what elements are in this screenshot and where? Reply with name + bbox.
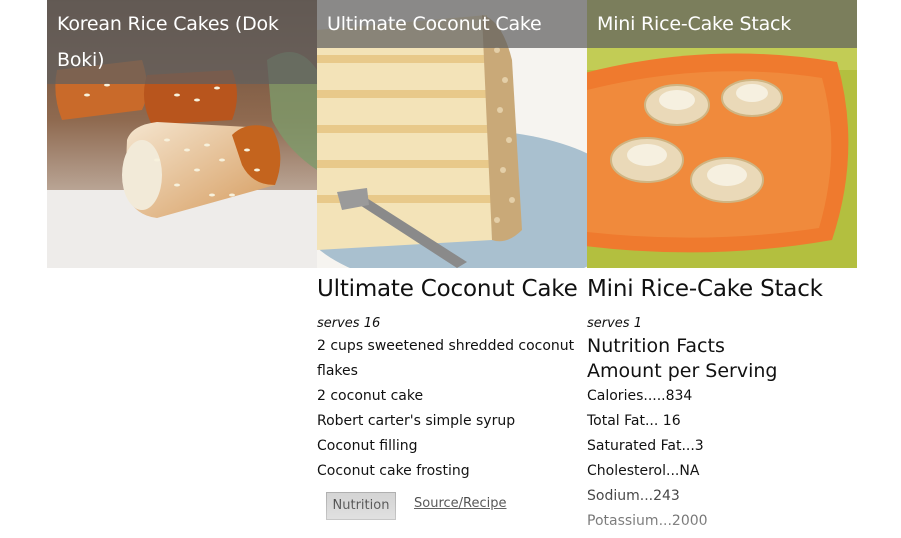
nutrition-fact: Sodium...243 [587,488,680,504]
nutrition-fact: Potassium...2000 [587,513,708,529]
ingredient-list: 2 cups sweetened shredded coconut flakes… [317,334,587,484]
ingredient-item: 2 cups sweetened shredded coconut flakes [317,338,575,379]
nutrition-facts-list: Calories.....834 Total Fat... 16 Saturat… [587,384,857,534]
nutrition-button[interactable]: Nutrition [326,492,396,520]
nutrition-fact: Total Fat... 16 [587,413,681,429]
nutrition-fact: Saturated Fat...3 [587,438,704,454]
card-actions: Nutrition Source/Recipe [317,492,587,522]
nutrition-fact: Cholesterol...NA [587,463,700,479]
ingredient-item: Coconut filling [317,438,418,454]
amount-per-serving-heading: Amount per Serving [587,360,778,382]
nutrition-facts-heading: Nutrition Facts [587,335,725,357]
serving-size: serves 1 [587,316,642,331]
overlay-title[interactable]: Korean Rice Cakes (Dok Boki) [47,0,317,84]
nutrition-fact: Calories.....834 [587,388,693,404]
recipe-details-mini-rice-cake-stack: Mini Rice-Cake Stack serves 1 Nutrition … [587,272,857,534]
serving-size: serves 16 [317,316,381,331]
recipe-image-korean-rice-cakes[interactable]: Korean Rice Cakes (Dok Boki) [47,0,317,268]
recipe-image-mini-rice-cake-stack[interactable]: Mini Rice-Cake Stack [587,0,857,268]
recipe-details-coconut-cake: Ultimate Coconut Cake serves 16 2 cups s… [317,272,587,522]
ingredient-item: Coconut cake frosting [317,463,470,479]
source-recipe-link[interactable]: Source/Recipe [414,496,507,511]
ingredient-item: Robert carter's simple syrup [317,413,516,429]
overlay-title[interactable]: Ultimate Coconut Cake [317,0,587,48]
recipe-title: Ultimate Coconut Cake [317,276,578,302]
ingredient-item: 2 coconut cake [317,388,424,404]
recipe-image-coconut-cake[interactable]: Ultimate Coconut Cake [317,0,587,268]
recipe-title: Mini Rice-Cake Stack [587,276,823,302]
overlay-title[interactable]: Mini Rice-Cake Stack [587,0,857,48]
